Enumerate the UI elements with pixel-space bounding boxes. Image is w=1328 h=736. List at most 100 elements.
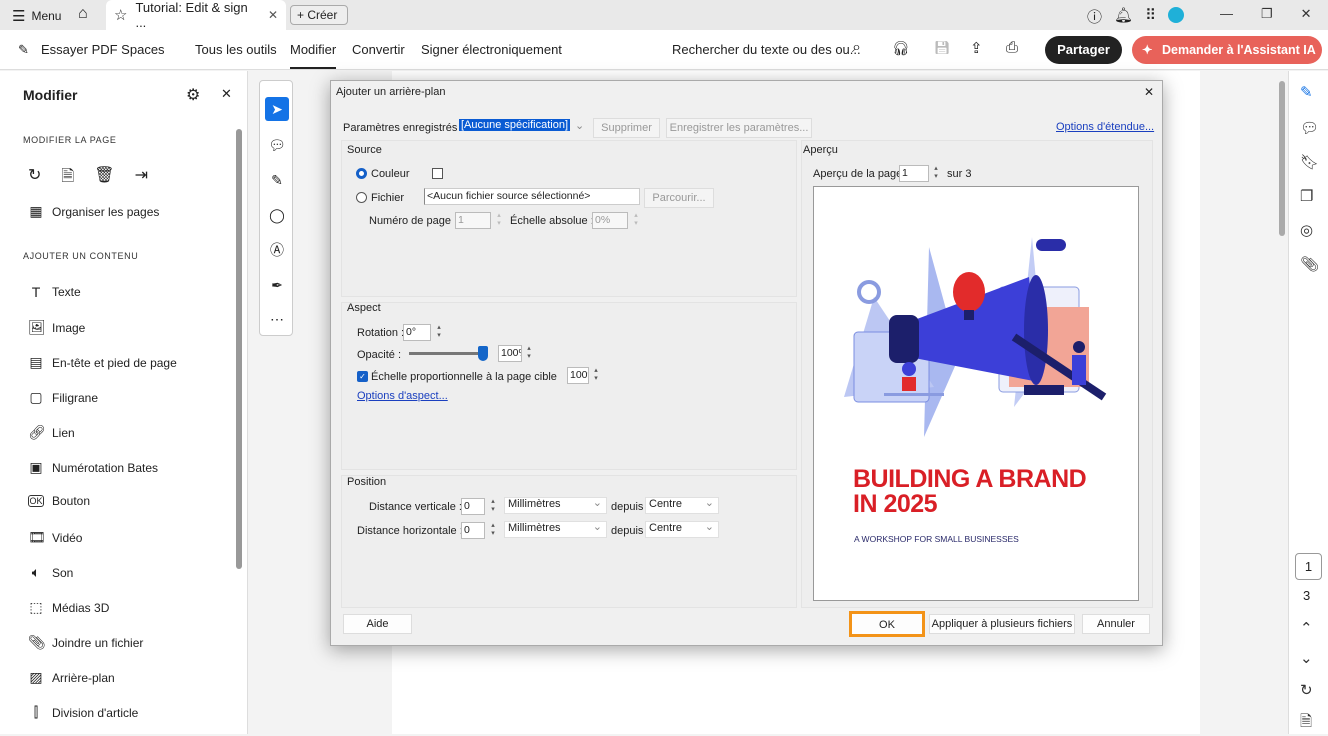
avatar[interactable] [1168,7,1185,23]
opacity-field[interactable]: 100% [498,345,522,362]
settings-gear-icon[interactable]: ⚙ [186,85,200,105]
nav-modify[interactable]: Modifier [290,42,337,69]
file-path-field[interactable]: <Aucun fichier source sélectionné> [424,188,640,205]
organize-pages[interactable]: ▦ Organiser les pages [28,203,159,220]
ok-button[interactable]: OK [849,611,925,637]
edit-pdf-icon[interactable]: ✎ [1300,83,1313,101]
item-attach-file[interactable]: 📎︎ Joindre un fichier [28,634,143,651]
pages-icon[interactable]: ❐ [1300,187,1313,205]
home-icon[interactable]: ⌂ [78,5,88,23]
insert-page-icon[interactable]: 🗎 [61,165,74,192]
delete-icon[interactable]: 🗑︎ [94,165,114,192]
ai-assistant-button[interactable]: ✦ Demander à l'Assistant IA [1132,36,1322,64]
document-tab[interactable]: ☆ Tutorial: Edit & sign ... ✕ [106,0,286,30]
layers-icon[interactable]: ◎ [1300,221,1313,239]
vertical-distance-field[interactable]: 0 [461,498,485,515]
close-window-icon[interactable]: ✕ [1301,6,1312,22]
rotation-spinner[interactable]: ▴ ▾ [434,324,444,341]
item-3d[interactable]: ⬚ Médias 3D [28,599,109,616]
page-number-field[interactable]: 1 [455,212,491,229]
help-icon[interactable]: ⓘ [1087,6,1102,27]
rotate-icon[interactable]: ↻ [28,165,41,192]
rotation-field[interactable]: 0° [403,324,431,341]
menu-button[interactable]: ☰ Menu [12,7,61,25]
share-button[interactable]: Partager [1045,36,1122,64]
absolute-scale-spinner[interactable]: ▴ ▾ [631,212,641,229]
page-number-spinner[interactable]: ▴ ▾ [494,212,504,229]
nav-sign[interactable]: Signer électroniquement [421,42,562,57]
more-icon[interactable]: ⋯ [265,307,289,331]
vertical-spinner[interactable]: ▴ ▾ [488,498,498,515]
horizontal-distance-field[interactable]: 0 [461,522,485,539]
dialog-close-icon[interactable]: ✕ [1144,85,1154,99]
search-field[interactable]: Rechercher du texte ou des ou... [672,42,861,57]
item-background[interactable]: ▨ Arrière-plan [28,669,114,686]
headphones-icon[interactable]: 🎧︎ [892,40,910,57]
delete-button[interactable]: Supprimer [593,118,660,138]
upload-icon[interactable]: ⇪ [970,39,983,57]
scale-field[interactable]: 100% [567,367,589,384]
refresh-icon[interactable]: ↻ [1300,681,1313,699]
create-button[interactable]: + Créer [290,5,348,25]
document-icon[interactable]: 🗎 [1300,711,1312,736]
horizontal-anchor-select[interactable]: Centre [645,520,719,538]
item-video[interactable]: 🎞︎ Vidéo [28,529,82,546]
save-icon[interactable]: 💾︎ [934,40,951,56]
radio-file[interactable] [356,192,367,203]
item-text[interactable]: T Texte [28,284,81,300]
preview-page-spinner[interactable]: ▴ ▾ [931,165,941,182]
item-image[interactable]: 🖼︎ Image [28,319,85,336]
page-range-options-link[interactable]: Options d'étendue... [1056,121,1154,133]
comment-icon[interactable]: 💬︎ [265,133,289,157]
panel-scrollbar[interactable] [236,129,242,569]
bookmark-icon[interactable]: 🔖︎ [1300,153,1319,171]
attachments-icon[interactable]: 📎︎ [1300,255,1319,273]
item-watermark[interactable]: ▢ Filigrane [28,389,98,406]
absolute-scale-field[interactable]: 0% [592,212,628,229]
restore-icon[interactable]: ❐ [1261,6,1273,22]
pen-icon[interactable]: ✎ [265,168,289,192]
item-button[interactable]: OK Bouton [28,494,90,508]
item-bates[interactable]: ▣ Numérotation Bates [28,459,158,476]
close-panel-icon[interactable]: ✕ [221,86,232,102]
close-tab-icon[interactable]: ✕ [268,8,278,22]
proportional-scale-checkbox[interactable]: ✓ [357,371,368,382]
item-article[interactable]: ⫿ Division d'article [28,704,139,721]
lasso-icon[interactable]: ◯ [265,203,289,227]
horizontal-unit-select[interactable]: Millimètres [504,520,607,538]
minimize-icon[interactable]: — [1220,6,1233,22]
nav-convert[interactable]: Convertir [352,42,405,57]
apps-grid-icon[interactable]: ⠿ [1145,6,1156,27]
preview-page-field[interactable]: 1 [899,165,929,182]
pdf-spaces-link[interactable]: Essayer PDF Spaces [41,42,165,57]
prev-page-icon[interactable]: ⌃ [1300,619,1313,637]
page-number-input[interactable]: 1 [1295,553,1322,580]
extract-page-icon[interactable]: ⇥ [135,165,148,192]
item-link[interactable]: 🔗︎ Lien [28,424,75,441]
sign-icon[interactable]: ✒ [265,273,289,297]
vertical-unit-select[interactable]: Millimètres [504,496,607,514]
scale-spinner[interactable]: ▴ ▾ [591,367,601,384]
star-icon[interactable]: ☆ [114,6,127,24]
select-cursor-icon[interactable]: ➤ [265,97,289,121]
radio-color[interactable] [356,168,367,179]
opacity-spinner[interactable]: ▴ ▾ [524,345,534,362]
opacity-slider-thumb[interactable] [478,346,488,361]
search-icon[interactable]: ⌕ [852,39,861,57]
next-page-icon[interactable]: ⌄ [1300,649,1313,667]
opacity-slider[interactable] [409,352,487,355]
browse-button[interactable]: Parcourir... [644,188,714,208]
cancel-button[interactable]: Annuler [1082,614,1150,634]
apply-multiple-files-button[interactable]: Appliquer à plusieurs fichiers [929,614,1075,634]
print-icon[interactable]: ⎙ [1006,39,1018,56]
vertical-anchor-select[interactable]: Centre [645,496,719,514]
item-header-footer[interactable]: ▤ En-tête et pied de page [28,354,176,371]
nav-all-tools[interactable]: Tous les outils [195,42,277,57]
document-scrollbar[interactable] [1279,81,1285,236]
bell-icon[interactable]: 🔔︎ [1114,6,1133,27]
horizontal-spinner[interactable]: ▴ ▾ [488,522,498,539]
comments-icon[interactable]: 💬︎ [1300,119,1319,137]
color-swatch[interactable] [432,168,443,179]
item-sound[interactable]: 🔈︎ Son [28,564,74,581]
help-button[interactable]: Aide [343,614,412,634]
